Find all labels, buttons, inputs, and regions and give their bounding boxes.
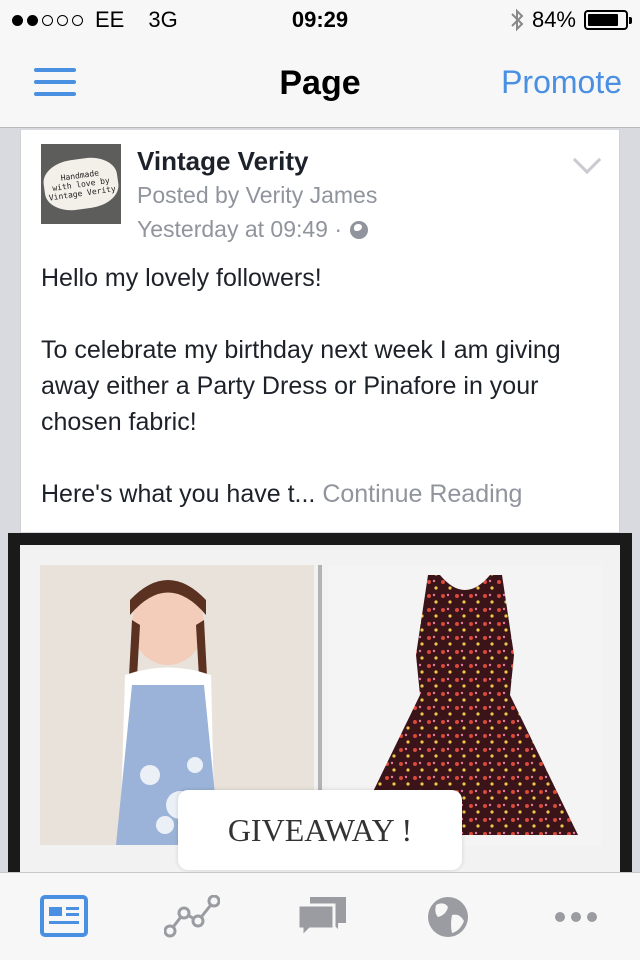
status-right: 84%: [510, 7, 632, 33]
promote-button[interactable]: Promote: [501, 64, 622, 101]
battery-percent: 84%: [531, 7, 576, 32]
insights-icon[interactable]: [163, 894, 221, 939]
status-bar: EE 3G 09:29 84%: [0, 0, 640, 40]
post-excerpt-text: Here's what you have t...: [41, 480, 323, 508]
giveaway-caption: GIVEAWAY !: [178, 790, 462, 870]
post-paragraph: Hello my lovely followers!: [41, 264, 322, 292]
post-excerpt: Here's what you have t... Continue Readi…: [41, 476, 611, 512]
post-timestamp[interactable]: Yesterday at 09:49 ·: [137, 216, 369, 243]
avatar-logo: Handmade with love by Vintage Verity: [40, 154, 122, 214]
page-avatar[interactable]: Handmade with love by Vintage Verity: [40, 144, 122, 224]
globe-icon[interactable]: [426, 895, 474, 939]
navigation-bar: Page Promote: [0, 40, 640, 128]
public-globe-icon: [350, 220, 369, 239]
post-time-text: Yesterday at 09:49 ·: [137, 216, 343, 242]
posted-by: Posted by Verity James: [137, 182, 378, 208]
battery-fill: [588, 14, 619, 26]
page-name-link[interactable]: Vintage Verity: [137, 146, 309, 177]
battery-icon: [584, 10, 632, 30]
chevron-down-icon[interactable]: [572, 145, 602, 175]
continue-reading-link[interactable]: Continue Reading: [322, 480, 522, 508]
post-body: Hello my lovely followers! To celebrate …: [41, 260, 611, 512]
bluetooth-icon: [511, 8, 524, 32]
news-feed-icon[interactable]: [40, 895, 88, 939]
post-card: Handmade with love by Vintage Verity Vin…: [20, 130, 620, 532]
messages-icon[interactable]: [296, 895, 346, 941]
tab-bar: [0, 872, 640, 960]
post-paragraph: To celebrate my birthday next week I am …: [41, 336, 561, 436]
more-icon[interactable]: [552, 895, 600, 939]
